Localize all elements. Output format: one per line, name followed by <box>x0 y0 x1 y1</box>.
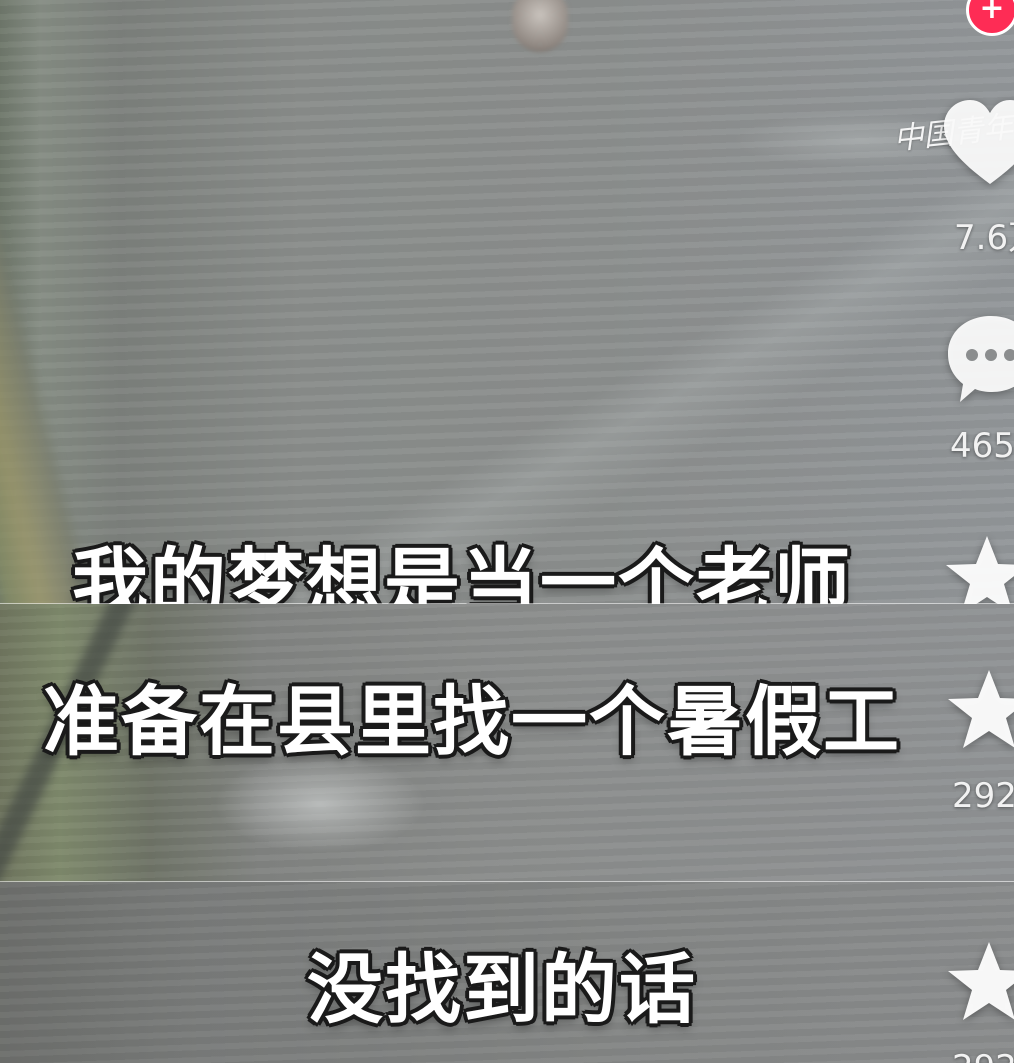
star-icon[interactable] <box>942 532 1014 604</box>
favorite-count: 292 <box>952 1048 1014 1063</box>
subtitle-line-2: 准备在县里找一个暑假工 <box>43 677 901 766</box>
heart-icon[interactable] <box>940 96 1014 196</box>
like-count: 7.6万 <box>954 218 1014 258</box>
video-frame-1: 我的梦想是当一个老师 + 中国青年 7.6万 465 <box>0 0 1014 604</box>
comment-icon[interactable] <box>946 312 1014 408</box>
star-icon[interactable] <box>944 666 1014 756</box>
video-screenshot-collage: 我的梦想是当一个老师 + 中国青年 7.6万 465 准备在县里找一个暑假工 2… <box>0 0 1014 1063</box>
pedestrian-foot <box>512 0 568 52</box>
subtitle-line-1: 我的梦想是当一个老师 <box>72 539 852 604</box>
subtitle-line-3: 没找到的话 <box>307 945 697 1034</box>
star-icon[interactable] <box>944 938 1014 1028</box>
comment-count: 465 <box>950 426 1014 466</box>
follow-button[interactable]: + <box>966 0 1014 36</box>
favorite-count: 292 <box>952 776 1014 816</box>
